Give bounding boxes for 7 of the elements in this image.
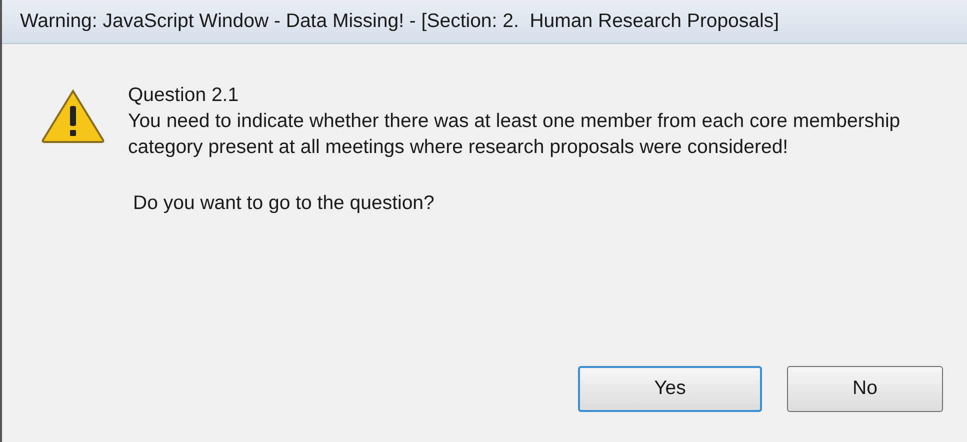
dialog-button[interactable]: No [787, 366, 943, 412]
dialog-button[interactable]: Yes [578, 366, 762, 412]
question-heading: Question 2.1 [128, 83, 240, 108]
window-title: Warning: JavaScript Window - Data Missing! - [Section: 2. Human Research Proposals] [20, 8, 779, 34]
message-text: You need to indicate whether there was at least one member from each core membership category present at all meetings where research proposals were considered! [128, 109, 902, 160]
prompt-text: Do you want to go to the question? [133, 191, 436, 216]
warning-icon [40, 88, 106, 144]
